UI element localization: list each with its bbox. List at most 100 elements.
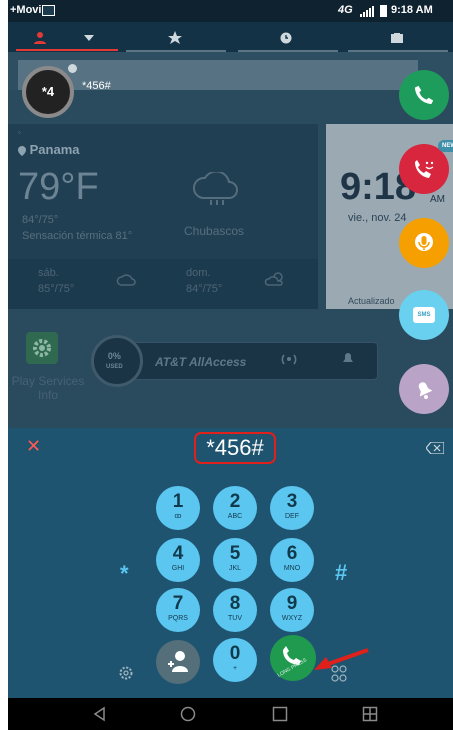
carrier-name: +Movil — [10, 4, 45, 16]
multiwindow-icon[interactable] — [362, 706, 378, 722]
weather-feels-like: Sensación térmica 81° — [22, 230, 133, 242]
tab-dialpad[interactable] — [8, 22, 119, 52]
search-bar — [18, 60, 418, 90]
key-3[interactable]: 3 DEF — [270, 486, 314, 530]
tab-favorites[interactable] — [119, 22, 230, 52]
phone-screen: +Movil 4G 9:18 AM ◦ Panama 79°F 84°/75° … — [8, 0, 453, 730]
play-services-app-icon — [26, 332, 58, 364]
key-digit: 1 — [172, 491, 184, 512]
settings-gear-icon[interactable] — [118, 665, 134, 681]
close-icon[interactable]: ✕ — [26, 436, 41, 457]
clock-updated: Actualizado — [348, 296, 395, 306]
forecast-day: dom. — [186, 267, 211, 279]
clock-ampm: AM — [430, 194, 445, 205]
key-8[interactable]: 8 TUV — [213, 588, 257, 632]
cloud-rain-icon — [193, 172, 238, 205]
person-icon — [33, 32, 46, 45]
key-letters: MNO — [283, 565, 301, 572]
usage-label: USED — [106, 364, 123, 370]
phone-icon — [414, 85, 434, 105]
hotspot-icon — [281, 354, 297, 365]
key-digit: 6 — [286, 543, 298, 564]
key-digit: 0 — [229, 643, 241, 664]
usage-ring-text: 0% USED — [106, 352, 123, 372]
home-screen-background: ◦ Panama 79°F 84°/75° Sensación térmica … — [8, 52, 453, 428]
forecast-day: sáb. — [38, 267, 59, 279]
chat-smile-icon — [415, 160, 434, 178]
battery-icon — [380, 5, 387, 17]
key-5[interactable]: 5 JKL — [213, 538, 257, 582]
key-letters: PQRS — [168, 615, 188, 622]
add-contact-button[interactable] — [156, 640, 200, 684]
tab-recents[interactable] — [230, 22, 341, 52]
dialed-number[interactable]: *456# — [194, 432, 276, 464]
key-digit: 5 — [229, 543, 241, 564]
weather-condition: Chubascos — [184, 224, 245, 238]
weather-location-label: ◦ — [18, 128, 21, 137]
usage-ring: 0% USED — [91, 335, 143, 387]
add-person-icon — [168, 651, 188, 672]
contacts-card-icon — [390, 33, 403, 44]
call-bubble-button[interactable] — [399, 70, 449, 120]
status-bar: +Movil 4G 9:18 AM — [8, 0, 453, 22]
forecast-range: 84°/75° — [186, 283, 223, 295]
app-label: Play Services Info — [11, 374, 85, 402]
weather-widget: ◦ Panama 79°F 84°/75° Sensación térmica … — [8, 124, 318, 309]
sms-bubble-button[interactable]: SMS — [399, 290, 449, 340]
key-7[interactable]: 7 PQRS — [156, 588, 200, 632]
alarm-bubble-button[interactable] — [399, 364, 449, 414]
dialer-tabs — [8, 22, 453, 52]
mic-icon — [415, 233, 433, 251]
cloud-icon — [116, 274, 136, 286]
tab-contacts[interactable] — [341, 22, 452, 52]
gear-icon — [33, 339, 51, 357]
new-badge: NEW — [438, 140, 453, 152]
key-digit: 9 — [286, 593, 298, 614]
location-pin-icon — [18, 145, 26, 156]
key-digit: 2 — [229, 491, 241, 512]
voicemail-icon: ꝏ — [174, 513, 182, 520]
key-4[interactable]: 4 GHI — [156, 538, 200, 582]
weather-city-name: Panama — [29, 142, 80, 157]
key-digit: 3 — [286, 491, 298, 512]
key-hash[interactable]: # — [335, 560, 347, 586]
home-icon[interactable] — [180, 706, 196, 722]
usage-percent: 0% — [107, 351, 121, 361]
clock-date: vie., nov. 24 — [348, 212, 407, 224]
dial-chip-bubble[interactable]: *4 — [22, 66, 74, 118]
att-brand: AT&T AllAccess — [155, 355, 247, 369]
key-letters: TUV — [228, 615, 242, 622]
key-digit: 8 — [229, 593, 241, 614]
weather-city: Panama — [18, 142, 80, 157]
partly-cloudy-icon — [264, 272, 283, 286]
red-arrow-annotation — [314, 648, 369, 670]
key-letters: WXYZ — [281, 615, 303, 622]
key-letters: + — [232, 665, 238, 672]
key-9[interactable]: 9 WXYZ — [270, 588, 314, 632]
key-1[interactable]: 1ꝏ — [156, 486, 200, 530]
chevron-down-icon — [84, 35, 95, 42]
weather-temperature: 79°F — [18, 166, 99, 208]
key-letters: GHI — [171, 565, 185, 572]
key-digit: 4 — [172, 543, 184, 564]
sms-icon: SMS — [413, 307, 435, 323]
key-letters: DEF — [285, 513, 299, 520]
forecast-range: 85°/75° — [38, 283, 75, 295]
status-time: 9:18 AM — [391, 4, 433, 16]
chip-handle-dot — [68, 64, 77, 73]
bell-icon — [343, 353, 353, 362]
key-2[interactable]: 2 ABC — [213, 486, 257, 530]
key-letters: JKL — [228, 565, 242, 572]
att-widget: 0% USED AT&T AllAccess — [91, 335, 378, 387]
image-notification-icon — [42, 5, 55, 16]
key-0[interactable]: 0 + — [213, 638, 257, 682]
signal-icon — [360, 6, 374, 17]
key-6[interactable]: 6 MNO — [270, 538, 314, 582]
backspace-icon[interactable] — [426, 442, 444, 454]
voice-bubble-button[interactable] — [399, 218, 449, 268]
navigation-bar — [8, 698, 453, 730]
back-icon[interactable] — [92, 706, 106, 722]
key-star[interactable]: * — [120, 561, 129, 587]
dialer-panel: ✕ *456# 1ꝏ 2 ABC 3 DEF 4 GHI 5 JKL 6 MNO * # … — [8, 428, 453, 698]
recents-icon[interactable] — [272, 706, 288, 722]
